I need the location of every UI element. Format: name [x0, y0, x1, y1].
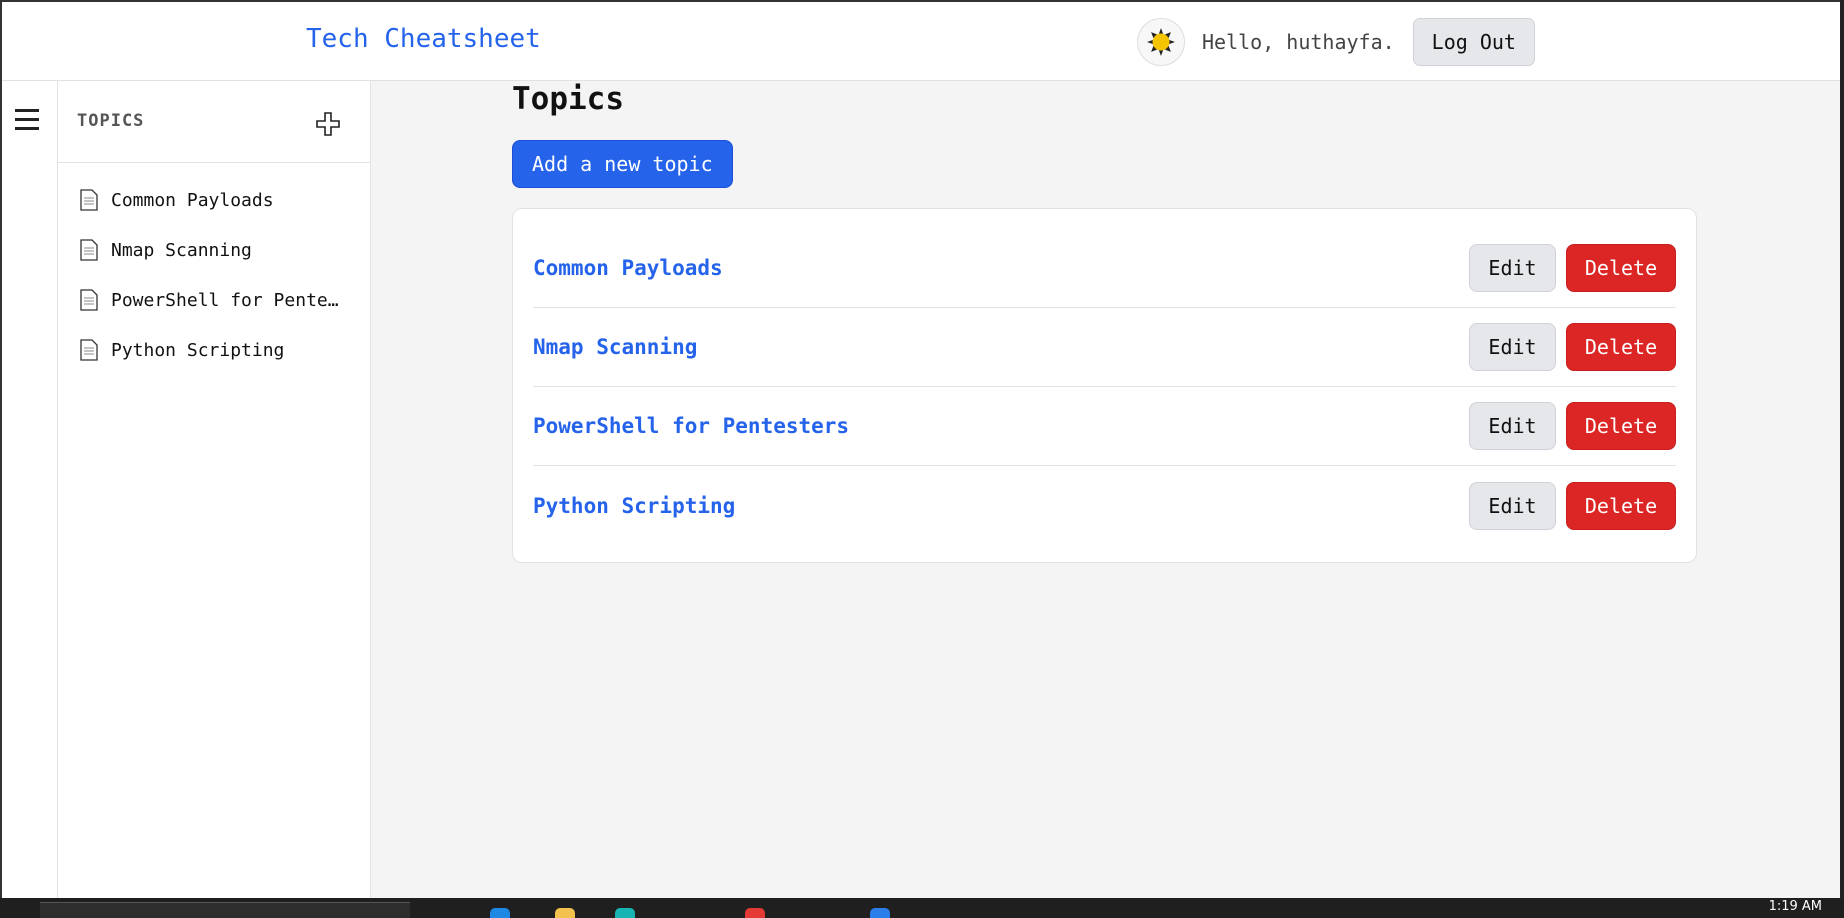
- document-icon: [80, 339, 98, 361]
- delete-button[interactable]: Delete: [1566, 323, 1676, 371]
- delete-button[interactable]: Delete: [1566, 402, 1676, 450]
- taskbar-clock[interactable]: 1:19 AM: [1769, 899, 1822, 914]
- sidebar-item-nmap-scanning[interactable]: Nmap Scanning: [58, 225, 370, 275]
- sidebar-item-label: Python Scripting: [111, 339, 285, 361]
- hamburger-icon[interactable]: [15, 109, 39, 131]
- sidebar-item-label: PowerShell for Pentesters: [111, 289, 341, 311]
- topic-link[interactable]: Python Scripting: [533, 494, 735, 518]
- topic-row: Common Payloads Edit Delete: [533, 229, 1676, 308]
- sidebar-item-powershell[interactable]: PowerShell for Pentesters: [58, 275, 370, 325]
- row-actions: Edit Delete: [1469, 402, 1676, 450]
- sidebar-item-python-scripting[interactable]: Python Scripting: [58, 325, 370, 375]
- sidebar-topic-list: Common Payloads Nmap Scanning PowerShell…: [58, 163, 370, 375]
- folder-icon[interactable]: [555, 908, 575, 918]
- browser-icon[interactable]: [615, 908, 635, 918]
- plus-icon[interactable]: [315, 111, 341, 137]
- edit-button[interactable]: Edit: [1469, 244, 1556, 292]
- greeting-text: Hello, huthayfa.: [1202, 30, 1395, 54]
- avatar[interactable]: [1137, 18, 1185, 66]
- taskbar-search[interactable]: [40, 902, 410, 918]
- top-header: Tech Cheatsheet Hello, huthayfa. Log Out: [2, 2, 1840, 81]
- topic-list-card: Common Payloads Edit Delete Nmap Scannin…: [512, 208, 1697, 563]
- sun-icon: [1147, 28, 1175, 56]
- delete-button[interactable]: Delete: [1566, 481, 1676, 530]
- main-content: Topics Add a new topic Common Payloads E…: [371, 81, 1840, 900]
- topic-link[interactable]: PowerShell for Pentesters: [533, 414, 849, 438]
- sidebar-header: TOPICS: [58, 81, 370, 163]
- side-rail: [2, 81, 58, 900]
- topics-sidebar: TOPICS Common Payloads Nmap Scanning Pow…: [58, 81, 371, 900]
- document-icon: [80, 289, 98, 311]
- topic-row: PowerShell for Pentesters Edit Delete: [533, 387, 1676, 466]
- document-icon: [80, 239, 98, 261]
- topic-link[interactable]: Nmap Scanning: [533, 335, 697, 359]
- row-actions: Edit Delete: [1469, 244, 1676, 292]
- topic-row: Python Scripting Edit Delete: [533, 466, 1676, 545]
- sidebar-heading: TOPICS: [77, 111, 145, 131]
- add-topic-button[interactable]: Add a new topic: [512, 140, 733, 188]
- topic-link[interactable]: Common Payloads: [533, 256, 723, 280]
- page-title: Topics: [512, 81, 624, 117]
- browser-window: Tech Cheatsheet Hello, huthayfa. Log Out…: [0, 0, 1840, 900]
- sidebar-item-label: Common Payloads: [111, 189, 274, 211]
- user-area: Hello, huthayfa. Log Out: [1137, 18, 1535, 66]
- document-icon: [80, 189, 98, 211]
- vscode-icon[interactable]: [870, 908, 890, 918]
- edit-button[interactable]: Edit: [1469, 402, 1556, 450]
- edge-icon[interactable]: [490, 908, 510, 918]
- topic-row: Nmap Scanning Edit Delete: [533, 308, 1676, 387]
- edit-button[interactable]: Edit: [1469, 323, 1556, 371]
- sidebar-item-label: Nmap Scanning: [111, 239, 252, 261]
- app-icon[interactable]: [745, 908, 765, 918]
- row-actions: Edit Delete: [1469, 323, 1676, 371]
- edit-button[interactable]: Edit: [1469, 481, 1556, 530]
- logout-button[interactable]: Log Out: [1412, 18, 1535, 66]
- app-title[interactable]: Tech Cheatsheet: [306, 24, 541, 54]
- os-taskbar: 1:19 AM: [0, 898, 1844, 918]
- row-actions: Edit Delete: [1469, 481, 1676, 530]
- delete-button[interactable]: Delete: [1566, 244, 1676, 292]
- sidebar-item-common-payloads[interactable]: Common Payloads: [58, 175, 370, 225]
